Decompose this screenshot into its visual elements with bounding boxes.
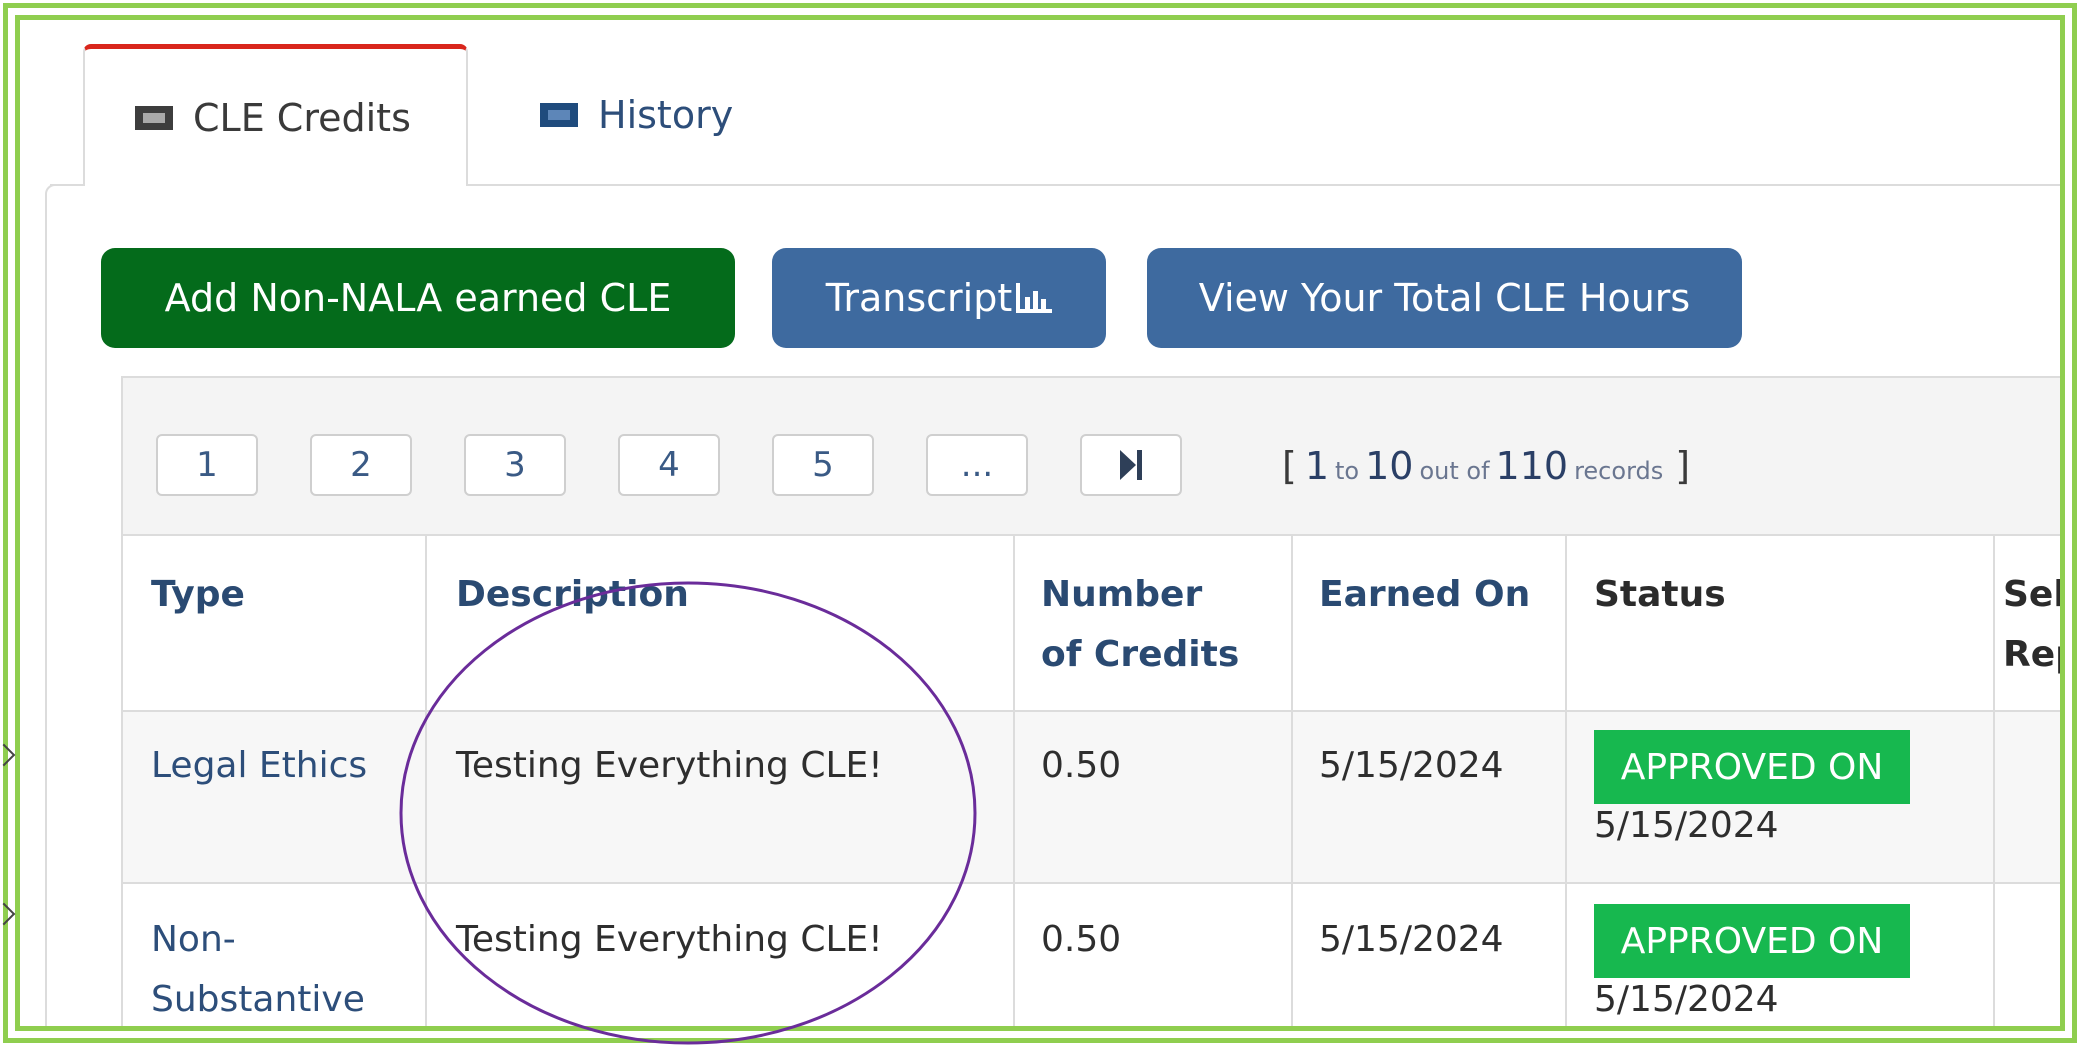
tab-cle-credits[interactable]: CLE Credits — [83, 44, 468, 186]
header-credits-line2: of Credits — [1041, 634, 1240, 675]
tab-history[interactable]: History — [528, 44, 788, 186]
records-from: 1 — [1304, 444, 1330, 488]
header-self-line1: Self — [2003, 574, 2065, 615]
records-out-word: out of — [1419, 457, 1490, 485]
page-number: 5 — [812, 445, 834, 485]
row-divider — [123, 882, 2060, 884]
button-label: Transcript — [825, 276, 1013, 320]
skip-to-end-icon — [1120, 450, 1142, 480]
header-self-reported[interactable]: Self Rep — [2003, 565, 2065, 685]
page-button-5[interactable]: 5 — [772, 434, 874, 496]
status-date: 5/15/2024 — [1594, 805, 1779, 846]
page-button-1[interactable]: 1 — [156, 434, 258, 496]
page-button-3[interactable]: 3 — [464, 434, 566, 496]
header-self-line2: Rep — [2003, 634, 2060, 675]
page-number: 2 — [350, 445, 372, 485]
type-line1: Non- — [151, 919, 236, 960]
column-divider — [1565, 536, 1567, 1026]
tab-label: History — [598, 93, 734, 137]
row-divider — [123, 710, 2060, 712]
table-cell-type: Legal Ethics — [151, 745, 368, 786]
header-type[interactable]: Type — [151, 565, 245, 625]
status-badge: APPROVED ON — [1594, 904, 1910, 978]
table-cell-credits: 0.50 — [1041, 919, 1122, 960]
id-card-icon — [540, 103, 578, 127]
header-status[interactable]: Status — [1594, 565, 1726, 625]
records-total: 110 — [1495, 444, 1569, 488]
table-cell-credits: 0.50 — [1041, 745, 1122, 786]
records-word: records — [1574, 457, 1664, 485]
view-total-cle-hours-button[interactable]: View Your Total CLE Hours — [1147, 248, 1742, 348]
table-cell-description: Testing Everything CLE! — [456, 745, 883, 786]
table-cell-earned: 5/15/2024 — [1319, 919, 1504, 960]
header-credits-line1: Number — [1041, 574, 1203, 615]
page-number: 1 — [196, 445, 218, 485]
status-date: 5/15/2024 — [1594, 979, 1779, 1020]
header-description[interactable]: Description — [456, 565, 689, 625]
column-divider — [1993, 536, 1995, 1026]
screenshot-frame: CLE Credits History Add Non-NALA earned … — [15, 15, 2065, 1031]
table-cell-type: Non- Substantive — [151, 910, 365, 1026]
last-page-button[interactable] — [1080, 434, 1182, 496]
page-button-more[interactable]: ... — [926, 434, 1028, 496]
button-label: Add Non-NALA earned CLE — [164, 276, 672, 320]
header-credits[interactable]: Number of Credits — [1041, 565, 1239, 685]
page-button-2[interactable]: 2 — [310, 434, 412, 496]
add-non-nala-cle-button[interactable]: Add Non-NALA earned CLE — [101, 248, 735, 348]
records-to: 10 — [1365, 444, 1414, 488]
records-to-word: to — [1335, 457, 1360, 485]
transcript-button[interactable]: Transcript — [772, 248, 1106, 348]
button-label: View Your Total CLE Hours — [1198, 276, 1691, 320]
page-number: ... — [960, 445, 994, 485]
table-cell-description: Testing Everything CLE! — [456, 919, 883, 960]
column-divider — [1291, 536, 1293, 1026]
header-earned-on[interactable]: Earned On — [1319, 565, 1530, 625]
type-line2: Substantive — [151, 979, 365, 1020]
tab-label: CLE Credits — [193, 95, 411, 140]
page-number: 3 — [504, 445, 526, 485]
page-button-4[interactable]: 4 — [618, 434, 720, 496]
column-divider — [1013, 536, 1015, 1026]
page-number: 4 — [658, 445, 680, 485]
table-cell-earned: 5/15/2024 — [1319, 745, 1504, 786]
records-bracket: [ — [1282, 444, 1297, 488]
records-summary: [ 1 to 10 out of 110 records ] — [1282, 444, 1690, 488]
id-card-icon — [135, 105, 173, 130]
bar-chart-icon — [1016, 283, 1053, 313]
column-divider — [425, 536, 427, 1026]
records-bracket: ] — [1675, 444, 1691, 488]
status-badge: APPROVED ON — [1594, 730, 1910, 804]
